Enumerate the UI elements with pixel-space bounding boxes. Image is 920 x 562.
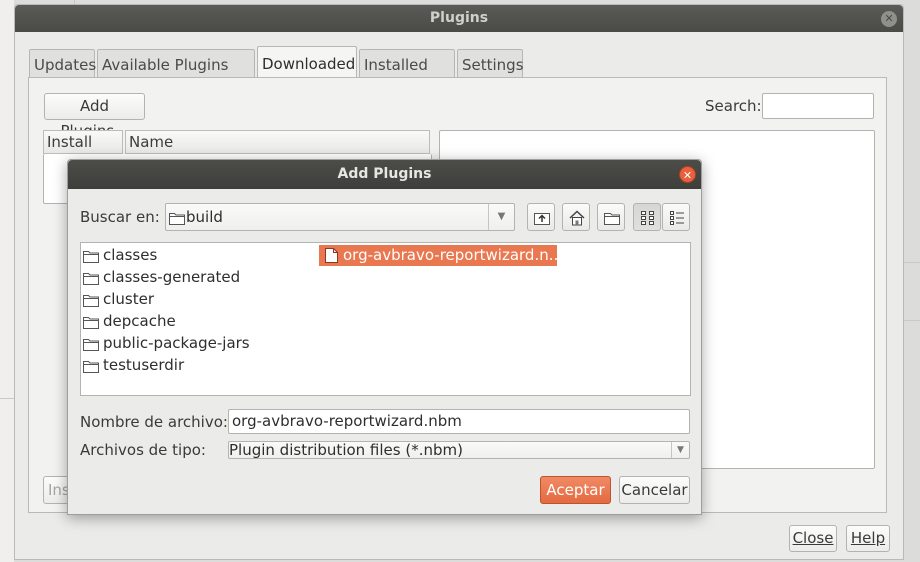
cancel-button[interactable]: Cancelar bbox=[619, 476, 690, 504]
accept-button[interactable]: Aceptar bbox=[540, 476, 611, 504]
home-button[interactable] bbox=[562, 203, 590, 231]
help-button-label: Help bbox=[850, 529, 886, 547]
list-item[interactable]: cluster bbox=[83, 289, 303, 309]
file-type-value: Plugin distribution files (*.nbm) bbox=[229, 441, 463, 459]
new-folder-button[interactable] bbox=[597, 203, 625, 231]
file-name-value: org-avbravo-reportwizard.nbm bbox=[232, 412, 462, 430]
up-folder-button[interactable] bbox=[527, 203, 555, 231]
column-header-install[interactable]: Install bbox=[43, 130, 123, 154]
look-in-combo[interactable]: build ▼ bbox=[165, 203, 515, 231]
file-type-label: Archivos de tipo: bbox=[80, 441, 206, 459]
folder-name: classes bbox=[103, 246, 158, 264]
folder-icon bbox=[83, 339, 99, 351]
background-window bbox=[0, 0, 14, 562]
details-view-icon bbox=[670, 211, 684, 225]
file-name-input[interactable]: org-avbravo-reportwizard.nbm bbox=[228, 409, 690, 434]
up-folder-icon bbox=[534, 213, 550, 225]
file-type-combo[interactable]: Plugin distribution files (*.nbm) ▼ bbox=[228, 441, 690, 459]
folder-icon bbox=[83, 317, 99, 329]
home-icon bbox=[569, 210, 585, 226]
details-view-button[interactable] bbox=[662, 203, 690, 231]
background-divider bbox=[904, 262, 920, 263]
folder-icon bbox=[83, 361, 99, 373]
add-plugins-button[interactable]: Add Plugins... bbox=[44, 93, 145, 140]
folder-name: public-package-jars bbox=[103, 334, 250, 352]
look-in-label: Buscar en: bbox=[80, 208, 160, 226]
selected-file-name: org-avbravo-reportwizard.n... bbox=[343, 246, 564, 264]
folder-name: cluster bbox=[103, 290, 155, 308]
search-label: Search: bbox=[705, 97, 762, 115]
tab-installed[interactable]: Installed (11) bbox=[359, 49, 455, 104]
list-item[interactable]: depcache bbox=[83, 311, 303, 331]
list-view-icon bbox=[641, 211, 654, 225]
help-button[interactable]: Help bbox=[846, 525, 890, 552]
folder-icon bbox=[83, 251, 99, 263]
tab-updates[interactable]: Updates bbox=[29, 49, 96, 80]
list-view-button[interactable] bbox=[633, 203, 661, 231]
close-icon[interactable]: ✕ bbox=[881, 11, 897, 27]
plugins-window-title: Plugins bbox=[15, 5, 903, 32]
folder-icon bbox=[83, 273, 99, 285]
close-button[interactable]: Close bbox=[789, 525, 837, 552]
selected-file-item[interactable]: org-avbravo-reportwizard.n... bbox=[319, 245, 563, 266]
file-list[interactable]: classes classes-generated cluster depcac… bbox=[80, 242, 691, 396]
new-folder-icon bbox=[604, 213, 620, 225]
close-button-label: Close bbox=[792, 529, 834, 547]
chevron-down-icon[interactable]: ▼ bbox=[488, 204, 514, 230]
list-item[interactable]: public-package-jars bbox=[83, 333, 303, 353]
chevron-down-icon[interactable]: ▼ bbox=[671, 442, 689, 458]
dialog-close-icon[interactable]: ✕ bbox=[679, 166, 696, 183]
file-name-label: Nombre de archivo: bbox=[80, 413, 228, 431]
list-item[interactable]: classes-generated bbox=[83, 267, 303, 287]
dialog-title: Add Plugins bbox=[68, 160, 701, 189]
add-plugins-dialog: Add Plugins ✕ Buscar en: build ▼ classes… bbox=[67, 159, 702, 515]
folder-icon bbox=[83, 295, 99, 307]
folder-icon bbox=[169, 213, 185, 225]
folder-name: testuserdir bbox=[103, 356, 185, 374]
list-item[interactable]: testuserdir bbox=[83, 355, 303, 375]
tab-settings[interactable]: Settings bbox=[457, 49, 524, 80]
search-input[interactable] bbox=[762, 93, 874, 119]
folder-name: depcache bbox=[103, 312, 176, 330]
column-header-name[interactable]: Name bbox=[125, 130, 430, 154]
file-icon bbox=[325, 248, 338, 263]
tab-available-plugins[interactable]: Available Plugins (202) bbox=[97, 49, 255, 104]
folder-name: classes-generated bbox=[103, 268, 241, 286]
background-divider bbox=[904, 320, 920, 321]
look-in-value: build bbox=[186, 208, 223, 226]
background-divider bbox=[0, 398, 14, 399]
list-item[interactable]: classes bbox=[83, 245, 303, 265]
tab-downloaded[interactable]: Downloaded bbox=[257, 46, 357, 81]
